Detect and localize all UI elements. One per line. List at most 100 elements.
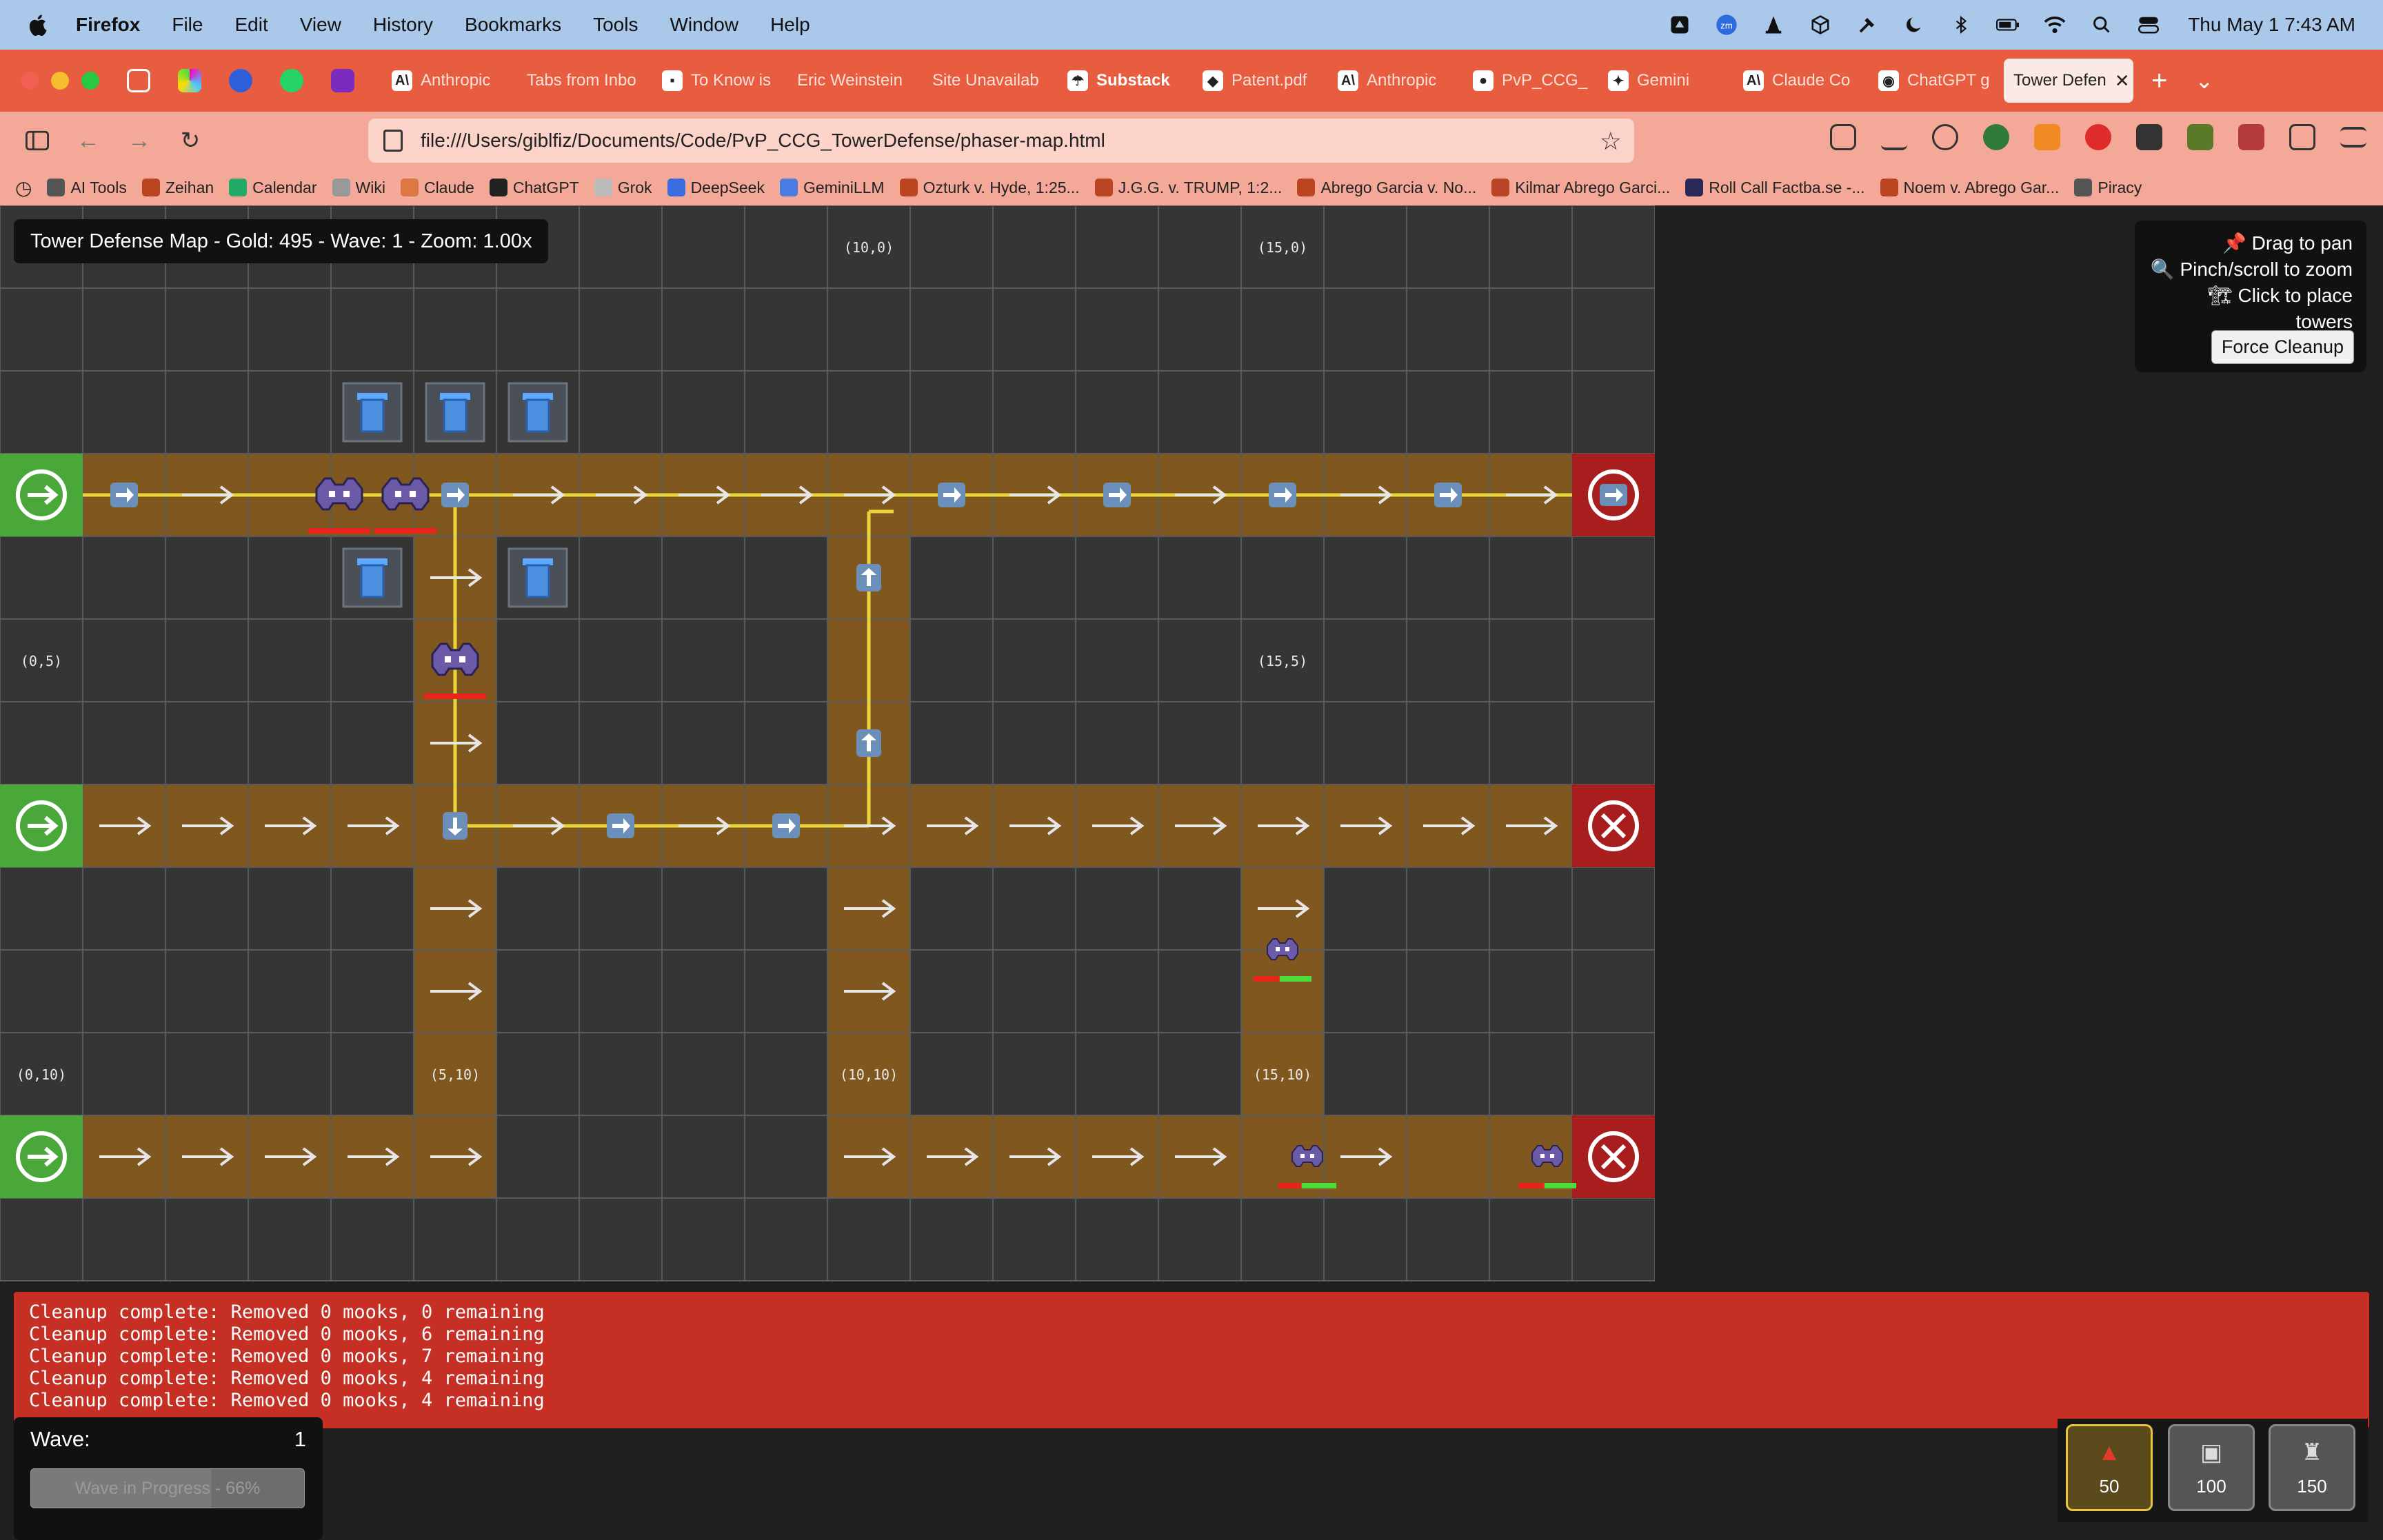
menu-tools[interactable]: Tools [593,14,638,36]
tab-3[interactable]: Eric Weinstein [787,59,923,103]
game-map[interactable]: (10,0) (15,0) (0,5) (15,5) (0,10) (5,10) (10,1… [0,205,1655,1449]
menu-edit[interactable]: Edit [234,14,268,36]
menu-hamburger-icon[interactable] [2340,127,2366,148]
menu-help[interactable]: Help [770,14,810,36]
bookmark-item[interactable]: Abrego Garcia v. No... [1297,179,1476,197]
url-bar[interactable]: file:///Users/giblfiz/Documents/Code/PvP… [368,119,1634,163]
extension-icon[interactable] [2136,124,2162,150]
tab-1[interactable]: Tabs from Inbo [517,59,652,103]
bookmark-item[interactable]: Ozturk v. Hyde, 1:25... [899,179,1080,197]
tower-medium-button[interactable]: ▣ 100 [2168,1424,2255,1511]
bookmark-item[interactable]: ChatGPT [489,179,579,197]
placed-tower-icon[interactable] [342,547,403,608]
back-icon[interactable]: ← [74,127,102,154]
pocket-icon[interactable] [1830,124,1856,150]
enemy-health-fill [1279,976,1311,982]
creative-cloud-icon[interactable] [1668,13,1691,37]
tab-0[interactable]: A\ Anthropic [382,59,517,103]
bookmark-item[interactable]: Calendar [229,179,317,197]
pinned-tab-icon[interactable] [280,69,303,92]
reload-icon[interactable]: ↻ [177,127,204,154]
new-tab-button[interactable]: + [2151,65,2167,97]
box-icon[interactable] [1809,13,1832,37]
map-canvas[interactable]: (10,0) (15,0) (0,5) (15,5) (0,10) (5,10) (10,1… [0,205,1655,1449]
vlc-icon[interactable] [1762,13,1785,37]
page-info-icon[interactable] [383,130,403,152]
placed-tower-icon[interactable] [507,382,568,443]
wave-number: 1 [294,1427,306,1451]
placed-tower-icon[interactable] [507,547,568,608]
bookmark-item[interactable]: Zeihan [141,179,214,197]
account-icon[interactable] [1932,124,1958,150]
bookmark-item[interactable]: Kilmar Abrego Garci... [1491,179,1670,197]
tab-5[interactable]: ☂ Substack [1058,59,1193,103]
placed-tower-icon[interactable] [342,382,403,443]
battery-icon[interactable] [1996,13,2020,37]
tab-11[interactable]: ◉ ChatGPT g [1869,59,2004,103]
tab-active-tower-defense[interactable]: Tower Defen ✕ [2004,59,2133,103]
menu-file[interactable]: File [172,14,203,36]
pinned-tab-icon[interactable] [178,69,201,92]
pinned-tab-icon[interactable] [331,69,354,92]
metamask-icon[interactable] [2034,124,2060,150]
menu-history[interactable]: History [373,14,433,36]
extension-icon[interactable] [1983,124,2009,150]
close-tab-icon[interactable]: ✕ [2115,70,2130,92]
hammer-icon[interactable] [1856,13,1879,37]
window-controls [21,72,99,90]
menubar-clock[interactable]: Thu May 1 7:43 AM [2188,14,2355,36]
control-center-icon[interactable] [2137,13,2160,37]
bookmark-item[interactable]: Noem v. Abrego Gar... [1880,178,2060,197]
menu-view[interactable]: View [300,14,341,36]
list-all-tabs-button[interactable]: ⌄ [2195,68,2213,94]
tab-10[interactable]: A\ Claude Co [1733,59,1869,103]
tab-7[interactable]: A\ Anthropic [1328,59,1463,103]
bookmark-label: Noem v. Abrego Gar... [1903,178,2060,196]
force-cleanup-button[interactable]: Force Cleanup [2211,330,2354,364]
tower-basic-button[interactable]: ▲ 50 [2066,1424,2153,1511]
bookmark-favicon-icon [489,179,507,196]
tab-4[interactable]: Site Unavailab [923,59,1058,103]
waypoint-arrow-icon [441,483,469,507]
bluetooth-icon[interactable] [1949,13,1973,37]
bookmark-item[interactable]: GeminiLLM [779,179,885,197]
moon-icon[interactable] [1902,13,1926,37]
pinned-tab-icon[interactable] [127,69,150,92]
tab-2[interactable]: ▪ To Know is [652,59,787,103]
bookmark-item[interactable]: J.G.G. v. TRUMP, 1:2... [1094,179,1282,197]
bookmark-star-icon[interactable]: ☆ [1600,127,1622,156]
maximize-window-icon[interactable] [81,72,99,90]
url-text[interactable]: file:///Users/giblfiz/Documents/Code/PvP… [421,130,1105,152]
menu-window[interactable]: Window [670,14,738,36]
tower-castle-button[interactable]: ♜ 150 [2269,1424,2355,1511]
forward-icon[interactable]: → [125,127,153,154]
tab-9[interactable]: ✦ Gemini [1598,59,1733,103]
extensions-puzzle-icon[interactable] [2289,124,2315,150]
bookmark-item[interactable]: Claude [400,179,474,197]
placed-tower-icon[interactable] [425,382,485,443]
bookmark-item[interactable]: Piracy [2074,179,2142,197]
bookmark-item[interactable]: Grok [594,179,652,197]
extension-icon[interactable] [2187,124,2213,150]
close-window-icon[interactable] [21,72,39,90]
wifi-icon[interactable] [2043,13,2067,37]
app-menu-firefox[interactable]: Firefox [76,14,140,36]
menu-bookmarks[interactable]: Bookmarks [465,14,561,36]
extension-icon[interactable] [2238,124,2264,150]
pinned-tab-icon[interactable] [229,69,252,92]
wave-progress-button[interactable]: Wave in Progress - 66% [30,1468,305,1508]
bookmark-item[interactable]: Wiki [332,179,385,197]
adblock-icon[interactable] [2085,124,2111,150]
tab-8[interactable]: ● PvP_CCG_ [1463,59,1598,103]
tab-6[interactable]: ◆ Patent.pdf [1193,59,1328,103]
history-icon[interactable]: ◷ [15,176,32,199]
minimize-window-icon[interactable] [51,72,69,90]
bookmark-item[interactable]: DeepSeek [667,179,765,197]
sidebar-toggle-icon[interactable] [23,127,51,154]
apple-menu-icon[interactable] [26,12,51,37]
bookmark-item[interactable]: AI Tools [47,179,127,197]
bookmark-item[interactable]: Roll Call Factba.se -... [1685,179,1865,197]
search-icon[interactable] [2090,13,2113,37]
zoom-icon[interactable]: zm [1715,13,1738,37]
downloads-icon[interactable] [1881,124,1907,150]
